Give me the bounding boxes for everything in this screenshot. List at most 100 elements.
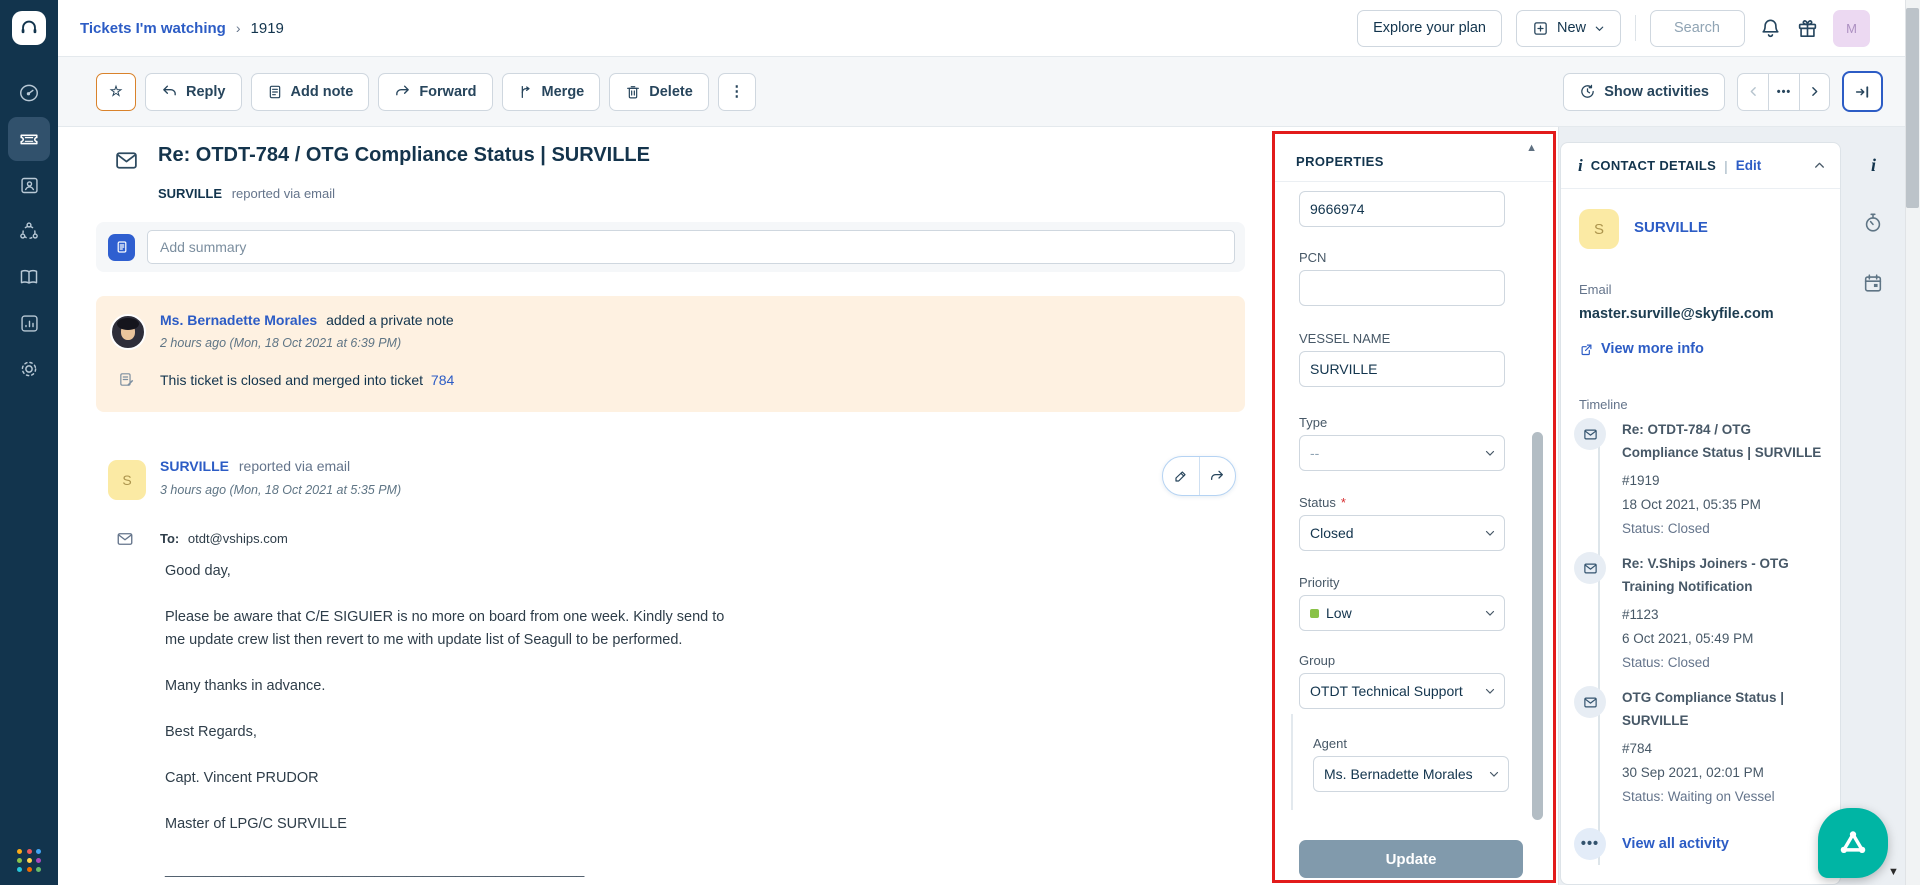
next-ticket-button[interactable] xyxy=(1799,72,1830,111)
timeline-item[interactable]: OTG Compliance Status | SURVILLE #784 30… xyxy=(1574,686,1826,804)
trash-icon xyxy=(627,85,640,98)
sidebar-item-dashboard[interactable] xyxy=(0,71,58,115)
collapse-panel-icon xyxy=(1855,85,1868,98)
sidebar-item-admin[interactable] xyxy=(0,347,58,391)
contact-info-tab-icon[interactable]: i xyxy=(1871,155,1876,176)
agent-group-indent-line xyxy=(1291,714,1293,810)
ticket-list-button[interactable]: ••• xyxy=(1768,72,1799,111)
explore-plan-button[interactable]: Explore your plan xyxy=(1357,9,1502,47)
page-scrollbar[interactable] xyxy=(1905,0,1920,885)
merged-ticket-link[interactable]: 784 xyxy=(431,372,454,388)
properties-panel-annotation-box: ▲ PROPERTIES PCN VESSEL NAME Type -- Sta… xyxy=(1272,131,1556,883)
agent-select[interactable]: Ms. Bernadette Morales xyxy=(1313,756,1509,792)
update-button[interactable]: Update xyxy=(1299,840,1523,878)
group-value: OTDT Technical Support xyxy=(1310,683,1463,699)
sidebar-item-contacts[interactable] xyxy=(0,163,58,207)
search-input[interactable] xyxy=(1674,20,1732,36)
imo-number-input[interactable] xyxy=(1299,191,1505,227)
requester-name[interactable]: SURVILLE xyxy=(158,186,222,201)
group-select[interactable]: OTDT Technical Support xyxy=(1299,673,1505,709)
sidebar-item-community[interactable] xyxy=(0,209,58,253)
page-scrollbar-thumb[interactable] xyxy=(1906,8,1919,208)
chevron-down-icon xyxy=(1595,26,1604,31)
type-value: -- xyxy=(1310,445,1320,461)
timeline-item-title[interactable]: Re: OTDT-784 / OTG Compliance Status | S… xyxy=(1622,418,1826,464)
private-note-header: Ms. Bernadette Morales added a private n… xyxy=(160,312,454,328)
sidebar-item-analytics[interactable] xyxy=(0,301,58,345)
forward-button[interactable]: Forward xyxy=(378,72,493,111)
calendar-tab-icon[interactable] xyxy=(1862,272,1884,294)
pcn-input[interactable] xyxy=(1299,270,1505,306)
timeline-list: Re: OTDT-784 / OTG Compliance Status | S… xyxy=(1574,418,1826,860)
type-label: Type xyxy=(1299,415,1328,430)
timeline-item[interactable]: Re: OTDT-784 / OTG Compliance Status | S… xyxy=(1574,418,1826,536)
vessel-name-input[interactable] xyxy=(1299,351,1505,387)
chevron-down-icon xyxy=(1488,768,1500,780)
timeline-item-title[interactable]: Re: V.Ships Joiners - OTG Training Notif… xyxy=(1622,552,1826,598)
to-line: To: otdt@vships.com xyxy=(160,531,288,546)
timeline-title: Timeline xyxy=(1579,397,1628,412)
edit-contact-link[interactable]: Edit xyxy=(1736,158,1762,173)
ticket-subject: Re: OTDT-784 / OTG Compliance Status | S… xyxy=(158,144,650,166)
sidebar-item-tickets[interactable] xyxy=(0,117,58,161)
add-note-button[interactable]: Add note xyxy=(250,72,370,111)
whats-new-button[interactable] xyxy=(1796,17,1819,40)
contact-details-header: i CONTACT DETAILS | Edit xyxy=(1561,143,1840,189)
show-activities-button[interactable]: Show activities xyxy=(1563,72,1725,111)
reply-button[interactable]: Reply xyxy=(145,72,242,111)
search-box[interactable] xyxy=(1650,9,1745,47)
collapse-chevron-icon[interactable] xyxy=(1813,159,1826,172)
type-select[interactable]: -- xyxy=(1299,435,1505,471)
chat-widget-button[interactable] xyxy=(1818,808,1888,878)
reply-icon xyxy=(163,85,176,96)
private-note-card: Ms. Bernadette Morales added a private n… xyxy=(96,296,1245,412)
merge-button[interactable]: Merge xyxy=(501,72,601,111)
watch-star-button[interactable]: ☆ xyxy=(96,72,136,111)
note-action-text: added a private note xyxy=(326,312,454,328)
note-author-link[interactable]: Ms. Bernadette Morales xyxy=(160,312,317,328)
status-select[interactable]: Closed xyxy=(1299,515,1505,551)
message-hover-actions xyxy=(1162,456,1236,496)
add-note-to-message-button[interactable] xyxy=(1163,457,1199,495)
delete-button[interactable]: Delete xyxy=(609,72,709,111)
freshdesk-logo[interactable] xyxy=(12,11,46,45)
chevron-down-icon xyxy=(1484,607,1496,619)
conversation-author-link[interactable]: SURVILLE xyxy=(160,458,229,474)
summary-input[interactable] xyxy=(147,230,1235,264)
view-all-activity-row[interactable]: ••• View all activity xyxy=(1574,828,1826,860)
forward-message-button[interactable] xyxy=(1198,457,1236,495)
timeline-item-date: 30 Sep 2021, 02:01 PM xyxy=(1622,765,1764,780)
email-body: Good day, Please be aware that C/E SIGUI… xyxy=(165,560,743,882)
properties-scrollbar-thumb[interactable] xyxy=(1532,432,1543,820)
time-logs-tab-icon[interactable] xyxy=(1862,212,1884,234)
conversation-timestamp: 3 hours ago (Mon, 18 Oct 2021 at 5:35 PM… xyxy=(160,483,402,497)
title-separator: | xyxy=(1724,157,1728,174)
app-switcher[interactable] xyxy=(17,849,43,873)
ellipsis-icon: ••• xyxy=(1574,828,1606,860)
left-nav-rail xyxy=(0,0,58,885)
scroll-more-caret-icon[interactable]: ▼ xyxy=(1888,866,1899,878)
timeline-item-title[interactable]: OTG Compliance Status | SURVILLE xyxy=(1622,686,1826,732)
breadcrumb-parent-link[interactable]: Tickets I'm watching xyxy=(80,20,226,37)
more-actions-button[interactable]: ⋮ xyxy=(717,72,756,111)
new-button[interactable]: New xyxy=(1515,9,1621,47)
sidebar-item-solutions[interactable] xyxy=(0,255,58,299)
view-all-activity-link[interactable]: View all activity xyxy=(1622,836,1729,852)
previous-ticket-button[interactable] xyxy=(1737,72,1768,111)
headset-icon xyxy=(21,20,37,34)
notifications-button[interactable] xyxy=(1759,17,1782,40)
priority-select[interactable]: Low xyxy=(1299,595,1505,631)
contact-name-link[interactable]: SURVILLE xyxy=(1634,219,1708,236)
view-more-info-link[interactable]: View more info xyxy=(1579,341,1704,357)
summary-doc-icon xyxy=(108,233,135,261)
scroll-up-arrow-icon[interactable]: ▲ xyxy=(1526,142,1537,154)
timeline-item[interactable]: Re: V.Ships Joiners - OTG Training Notif… xyxy=(1574,552,1826,670)
requester-via: reported via email xyxy=(231,186,336,201)
timeline-item-id: #1919 xyxy=(1622,473,1660,488)
collapse-panel-button[interactable] xyxy=(1842,71,1883,112)
ticket-requester-line: SURVILLE reported via email xyxy=(158,186,335,201)
analytics-icon xyxy=(20,314,38,332)
contact-avatar: S xyxy=(1579,209,1619,249)
email-paragraph: Best Regards, xyxy=(165,724,257,740)
user-avatar[interactable]: M xyxy=(1833,9,1870,47)
